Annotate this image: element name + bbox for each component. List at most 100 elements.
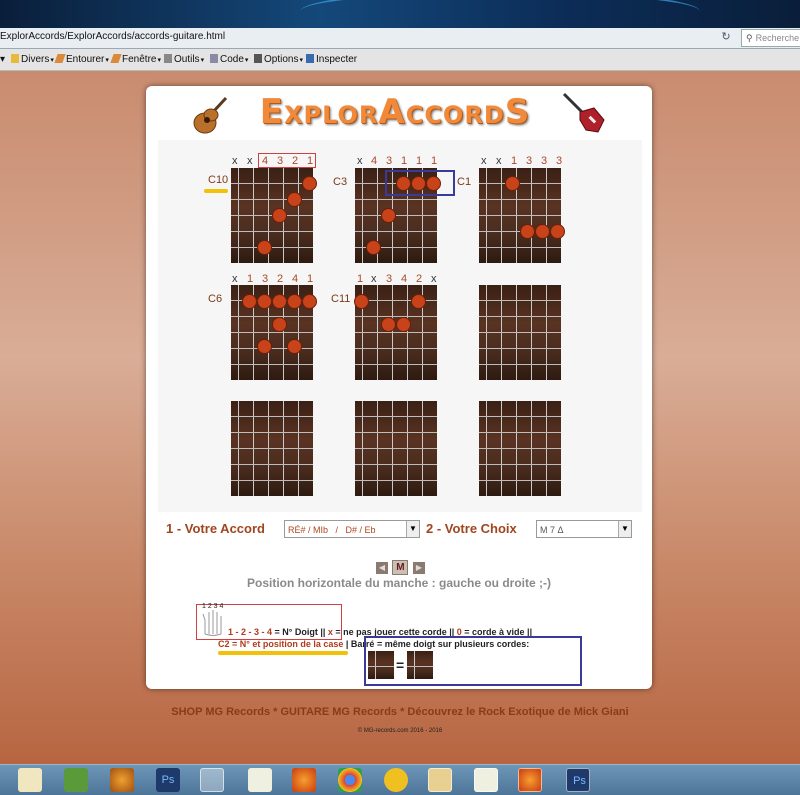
finger-number: 2 (277, 273, 284, 285)
finger-box (258, 153, 316, 168)
chord-diagram[interactable] (231, 285, 316, 380)
finger-number: 1 (307, 273, 314, 285)
toolbar-arrow-icon[interactable]: ▾ (0, 54, 5, 65)
search-placeholder: Recherche (755, 33, 800, 43)
string-marker: x (481, 155, 487, 167)
toolbar-fenetre[interactable]: Fenêtre▾ (110, 54, 161, 65)
fretboard (479, 168, 561, 263)
chord-diagram[interactable] (479, 285, 561, 380)
chord-diagram[interactable] (479, 168, 564, 263)
chord-diagram[interactable] (231, 168, 316, 263)
photoshop2-icon[interactable]: Ps (566, 768, 590, 792)
hand-icon (202, 610, 222, 636)
fretboard (355, 401, 437, 496)
toolbar-entourer[interactable]: Entourer▾ (54, 54, 109, 65)
toolbar-inspecter[interactable]: Inspecter (306, 54, 357, 65)
footer-links[interactable]: SHOP MG Records * GUITARE MG Records * D… (0, 706, 800, 718)
url-text[interactable]: ExplorAccords/ExplorAccords/accords-guit… (0, 31, 225, 42)
notepad-icon[interactable] (18, 768, 42, 792)
finger-dot (288, 340, 301, 353)
toolbar-label: Code (220, 54, 244, 65)
main-panel: ExplorAccordS x x 4 3 2 1 C10 x 4 3 1 1 … (146, 86, 652, 689)
pencil-icon (54, 54, 66, 63)
firefox2-icon[interactable] (518, 768, 542, 792)
finger-dot (258, 241, 271, 254)
tools-icon[interactable] (200, 768, 224, 792)
finger-dot (273, 318, 286, 331)
options-icon (254, 54, 262, 63)
chord-position-label: C3 (333, 176, 348, 188)
chord-select-value: RÉ# / MIb / D# / Eb (288, 525, 376, 535)
barre-box (385, 170, 455, 196)
finger-number: 1 (511, 155, 518, 167)
finger-number: 1 (401, 155, 408, 167)
inspect-icon (306, 54, 314, 63)
toolbar-label: Entourer (66, 54, 105, 65)
finger-number: 1 (416, 155, 423, 167)
highlight-underline (218, 651, 348, 655)
chord-position-label: C1 (457, 176, 472, 188)
legend-text: = N° et position de la case (229, 639, 344, 649)
finger-number: 3 (541, 155, 548, 167)
position-help-text: Position horizontale du manche : gauche … (246, 576, 551, 590)
highlight-underline (204, 189, 228, 193)
toolbar-label: Outils (174, 54, 200, 65)
finger-dot (243, 295, 256, 308)
toolbar-divers[interactable]: Divers▾ (11, 54, 54, 65)
type-select-value: M 7 Δ (540, 525, 564, 535)
toolbar-label: Divers (21, 54, 50, 65)
finger-dot (273, 209, 286, 222)
chevron-down-icon[interactable]: ▼ (618, 521, 631, 537)
chevron-down-icon[interactable]: ▼ (406, 521, 419, 537)
finger-dot (303, 177, 316, 190)
finger-number: 3 (526, 155, 533, 167)
middle-button[interactable]: M (392, 560, 409, 576)
chord-diagram[interactable] (479, 401, 561, 496)
string-marker: x (232, 273, 238, 285)
search-input[interactable]: ⚲ Recherche (741, 29, 800, 47)
prev-arrow-button[interactable]: ◀ (376, 561, 388, 574)
finger-dot (412, 295, 425, 308)
type-select[interactable]: M 7 Δ ▼ (536, 520, 632, 538)
app-yellow-icon[interactable] (384, 768, 408, 792)
chord-select[interactable]: RÉ# / MIb / D# / Eb ▼ (284, 520, 420, 538)
address-bar[interactable]: ExplorAccords/ExplorAccords/accords-guit… (0, 28, 800, 49)
toolbar-options[interactable]: Options▾ (254, 54, 303, 65)
gear-orange-icon[interactable] (110, 768, 134, 792)
folder-icon[interactable] (428, 768, 452, 792)
finger-number: 4 (401, 273, 408, 285)
barre-example-fretboard (368, 651, 394, 679)
chrome-icon[interactable] (338, 768, 362, 792)
chord-diagram[interactable] (355, 285, 437, 380)
finger-dot (355, 295, 368, 308)
reload-icon[interactable]: ↻ (718, 30, 734, 45)
chord-position-label: C6 (208, 293, 223, 305)
toolbar-code[interactable]: Code▾ (210, 54, 248, 65)
finger-dot (258, 340, 271, 353)
photoshop-icon[interactable]: Ps (156, 768, 180, 792)
chord-diagram[interactable] (231, 401, 313, 496)
notepad2-icon[interactable] (248, 768, 272, 792)
chord-position-label: C11 (331, 293, 351, 305)
string-marker: x (431, 273, 437, 285)
toolbar-outils[interactable]: Outils▾ (164, 54, 204, 65)
string-marker: x (357, 155, 363, 167)
acoustic-guitar-icon (193, 96, 228, 134)
firefox-icon[interactable] (292, 768, 316, 792)
window-titlebar (0, 0, 800, 28)
chord-diagram[interactable] (355, 401, 437, 496)
app-title: ExplorAccordS (259, 92, 531, 132)
finger-dot (288, 193, 301, 206)
finger-number: 1 (431, 155, 438, 167)
toolbar-label: Inspecter (316, 54, 358, 65)
chord-controls: 1 - Votre Accord RÉ# / MIb / D# / Eb ▼ 2… (166, 518, 636, 542)
notepad3-icon[interactable] (474, 768, 498, 792)
barre-example-fretboard (407, 651, 433, 679)
next-arrow-button[interactable]: ▶ (412, 561, 425, 574)
position-nav: ◀ M ▶ (376, 559, 425, 577)
chord-select-label: 1 - Votre Accord (166, 521, 265, 536)
legend-fingers: 1 - 2 - 3 - 4 (228, 627, 273, 637)
app-green-icon[interactable] (64, 768, 88, 792)
finger-dot (382, 318, 395, 331)
folder-icon (11, 54, 19, 63)
